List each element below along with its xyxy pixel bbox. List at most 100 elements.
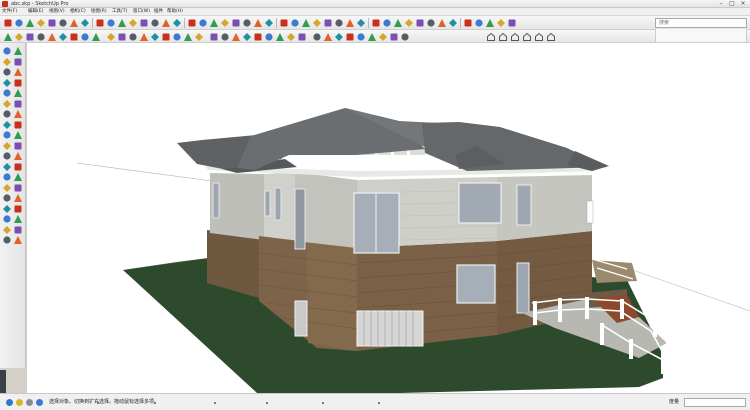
tool-icon[interactable] [183, 32, 193, 42]
delete-icon[interactable] [371, 18, 381, 28]
menu-file[interactable]: 文件(F) [2, 8, 17, 16]
tool-icon[interactable] [2, 214, 12, 224]
tool-icon[interactable] [242, 32, 252, 42]
menu-edit[interactable]: 编辑(E) [28, 8, 43, 16]
tool-icon[interactable] [286, 32, 296, 42]
front-view-icon[interactable] [510, 32, 520, 42]
tool-icon[interactable] [2, 99, 12, 109]
tool-icon[interactable] [13, 130, 23, 140]
tool-icon[interactable] [80, 32, 90, 42]
tool-icon[interactable] [264, 32, 274, 42]
cut-icon[interactable] [334, 18, 344, 28]
menu-help[interactable]: 帮助(H) [167, 8, 183, 16]
geo-location-icon[interactable] [6, 399, 13, 406]
tool-icon[interactable] [2, 225, 12, 235]
tool-icon[interactable] [367, 32, 377, 42]
tool-icon[interactable] [13, 67, 23, 77]
new-icon[interactable] [301, 18, 311, 28]
tool-icon[interactable] [2, 235, 12, 245]
tool-icon[interactable] [13, 57, 23, 67]
tool-icon[interactable] [389, 32, 399, 42]
tool-icon[interactable] [13, 46, 23, 56]
tool-icon[interactable] [139, 32, 149, 42]
minimize-icon[interactable]: – [716, 0, 726, 8]
tool-icon[interactable] [13, 88, 23, 98]
tool-icon[interactable] [2, 57, 12, 67]
circle-icon[interactable] [58, 18, 68, 28]
menu-camera[interactable]: 相机(C) [70, 8, 86, 16]
tool-icon[interactable] [36, 32, 46, 42]
right-view-icon[interactable] [522, 32, 532, 42]
save-icon[interactable] [323, 18, 333, 28]
tool-icon[interactable] [496, 18, 506, 28]
tape-icon[interactable] [150, 18, 160, 28]
tool-icon[interactable] [2, 46, 12, 56]
tool-icon[interactable] [91, 32, 101, 42]
3d-text-icon[interactable] [209, 18, 219, 28]
next-icon[interactable] [290, 18, 300, 28]
tool-icon[interactable] [13, 225, 23, 235]
tool-icon[interactable] [13, 204, 23, 214]
tool-icon[interactable] [13, 193, 23, 203]
iso-view-icon[interactable] [486, 32, 496, 42]
text-icon[interactable] [187, 18, 197, 28]
menu-tools[interactable]: 工具(T) [112, 8, 127, 16]
tool-icon[interactable] [2, 151, 12, 161]
copy-icon[interactable] [345, 18, 355, 28]
user-icon[interactable] [26, 399, 33, 406]
maximize-icon[interactable]: □ [727, 0, 737, 8]
tool-icon[interactable] [13, 172, 23, 182]
menu-draw[interactable]: 绘图(R) [91, 8, 107, 16]
move-icon[interactable] [80, 18, 90, 28]
previous-icon[interactable] [279, 18, 289, 28]
tool-icon[interactable] [117, 32, 127, 42]
tool-icon[interactable] [13, 141, 23, 151]
tool-icon[interactable] [356, 32, 366, 42]
tool-icon[interactable] [323, 32, 333, 42]
scale-icon[interactable] [128, 18, 138, 28]
tool-icon[interactable] [13, 162, 23, 172]
tool-icon[interactable] [448, 18, 458, 28]
arc-icon[interactable] [69, 18, 79, 28]
tool-icon[interactable] [231, 32, 241, 42]
menu-view[interactable]: 视图(V) [49, 8, 65, 16]
tool-icon[interactable] [253, 32, 263, 42]
tool-icon[interactable] [13, 78, 23, 88]
tool-icon[interactable] [485, 18, 495, 28]
orbit-icon[interactable] [220, 18, 230, 28]
tool-icon[interactable] [378, 32, 388, 42]
tool-icon[interactable] [2, 162, 12, 172]
tool-icon[interactable] [13, 99, 23, 109]
open-icon[interactable] [312, 18, 322, 28]
tool-icon[interactable] [2, 172, 12, 182]
tool-icon[interactable] [106, 32, 116, 42]
select-icon[interactable] [3, 18, 13, 28]
line-icon[interactable] [47, 18, 57, 28]
measurements-input[interactable] [684, 398, 746, 407]
tool-icon[interactable] [13, 235, 23, 245]
tool-icon[interactable] [2, 130, 12, 140]
tool-icon[interactable] [2, 183, 12, 193]
menu-plugins[interactable]: 插件 [154, 8, 163, 16]
tool-icon[interactable] [58, 32, 68, 42]
tool-icon[interactable] [297, 32, 307, 42]
tool-icon[interactable] [194, 32, 204, 42]
tool-icon[interactable] [14, 32, 24, 42]
eraser-icon[interactable] [14, 18, 24, 28]
back-view-icon[interactable] [534, 32, 544, 42]
tool-icon[interactable] [2, 109, 12, 119]
model-info-icon[interactable] [415, 18, 425, 28]
tool-icon[interactable] [209, 32, 219, 42]
tool-icon[interactable] [3, 32, 13, 42]
tool-icon[interactable] [13, 109, 23, 119]
tool-icon[interactable] [128, 32, 138, 42]
dimension-icon[interactable] [161, 18, 171, 28]
credits-icon[interactable] [16, 399, 23, 406]
model-viewport[interactable] [27, 43, 750, 393]
pan-icon[interactable] [231, 18, 241, 28]
zoom-window-icon[interactable] [253, 18, 263, 28]
push-pull-icon[interactable] [95, 18, 105, 28]
paint-icon[interactable] [25, 18, 35, 28]
paste-icon[interactable] [356, 18, 366, 28]
tool-icon[interactable] [474, 18, 484, 28]
